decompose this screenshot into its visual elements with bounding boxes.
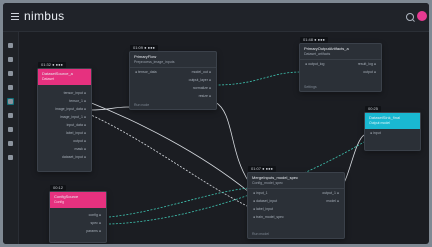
avatar[interactable] <box>417 11 427 21</box>
top-bar: nimbus <box>3 3 429 32</box>
node-header: PrimaryFlow Preprocess_image_inputs <box>130 52 216 68</box>
node-port-row[interactable]: ● output_log result_log ● <box>300 60 381 68</box>
node-port-row[interactable]: tensor_1 ● <box>38 97 91 105</box>
help-icon[interactable] <box>7 140 14 147</box>
wire <box>214 101 250 183</box>
node-port-row[interactable]: image_input_data ● <box>38 105 91 113</box>
node-port-row[interactable]: dataset_input ● <box>38 153 91 161</box>
flow-canvas[interactable]: 01:32 ● ●●● DatasetSource_a Dataset tens… <box>19 32 429 244</box>
node-port-row[interactable]: ● input_1 output_1 ● <box>248 189 344 197</box>
node-subtitle: Preprocess_image_inputs <box>134 60 175 64</box>
node-port-row[interactable]: label_input ● <box>38 129 91 137</box>
home-icon[interactable] <box>7 42 14 49</box>
node-subtitle: Config_model_spec <box>252 181 283 185</box>
node-merge-inputs[interactable]: 01:07 ● ●●● MergeInputs_model_spec Confi… <box>247 166 345 239</box>
wire <box>214 71 302 86</box>
node-tag: 01:32 ● ●●● <box>38 62 66 68</box>
flow-icon[interactable] <box>7 98 14 105</box>
node-dataset-source[interactable]: 01:32 ● ●●● DatasetSource_a Dataset tens… <box>37 62 92 172</box>
upload-icon[interactable] <box>7 56 14 63</box>
node-port-row[interactable]: normalize ● <box>130 84 216 92</box>
node-primary-flow[interactable]: 01:09 ● ●●● PrimaryFlow Preprocess_image… <box>129 45 217 110</box>
node-footer[interactable]: Settings <box>304 85 317 89</box>
node-tag: 00:25 <box>365 106 382 112</box>
node-port-row[interactable]: output_layer ● <box>130 76 216 84</box>
wire <box>88 101 250 193</box>
node-tag: 01:48 ● ●●● <box>300 37 328 43</box>
wire <box>88 113 250 208</box>
node-dataset-sink[interactable]: 00:25 DatasetSink_final Output model ● i… <box>364 106 421 151</box>
node-port-row[interactable]: config ● <box>50 211 106 219</box>
wire <box>88 106 132 111</box>
menu-icon[interactable] <box>11 13 19 20</box>
node-subtitle: Output model <box>369 121 391 125</box>
node-tag: 01:09 ● ●●● <box>130 45 158 51</box>
node-header: DatasetSource_a Dataset <box>38 69 91 85</box>
node-footer[interactable]: Run model <box>252 232 269 236</box>
node-port-row[interactable]: params ● <box>50 227 106 235</box>
node-output-artifacts[interactable]: 01:48 ● ●●● PrimaryOutputArtifacts_a Dat… <box>299 37 382 92</box>
share-icon[interactable] <box>7 126 14 133</box>
node-port-row[interactable]: image_input_1 ● <box>38 113 91 121</box>
node-footer[interactable]: Run node <box>134 103 149 107</box>
refresh-icon[interactable] <box>7 112 14 119</box>
node-header: DatasetSink_final Output model <box>365 113 420 129</box>
node-port-row[interactable]: tensor_input ● <box>38 89 91 97</box>
node-port-row[interactable]: ● dataset_input model ● <box>248 197 344 205</box>
node-port-row[interactable]: ● tensor_data model_out ● <box>130 68 216 76</box>
node-subtitle: Config <box>54 200 65 204</box>
node-port-row[interactable]: output ● <box>38 137 91 145</box>
node-port-row[interactable]: mask ● <box>38 145 91 153</box>
node-port-row[interactable]: ● input <box>365 129 420 137</box>
app-logo: nimbus <box>24 9 65 23</box>
gear-icon[interactable] <box>7 154 14 161</box>
node-subtitle: Dataset <box>42 77 55 81</box>
node-config-source[interactable]: 00:12 ConfigSource Config config ● spec … <box>49 185 107 243</box>
node-port-row[interactable]: output ● <box>300 68 381 76</box>
node-port-row[interactable]: input_data ● <box>38 121 91 129</box>
node-subtitle: Dataset_artifacts <box>304 52 331 56</box>
node-port-row[interactable]: ● train_model_spec <box>248 213 344 221</box>
node-header: PrimaryOutputArtifacts_a Dataset_artifac… <box>300 44 381 60</box>
settings-icon[interactable] <box>7 84 14 91</box>
search-icon[interactable] <box>406 13 414 21</box>
node-header: MergeInputs_model_spec Config_model_spec <box>248 173 344 189</box>
app-window: nimbus 01:32 ● ●●● DatasetSource_a Datas… <box>3 3 429 244</box>
cloud-icon[interactable] <box>7 70 14 77</box>
sidebar <box>3 32 19 244</box>
node-header: ConfigSource Config <box>50 192 106 208</box>
node-port-row[interactable]: spec ● <box>50 219 106 227</box>
wire <box>108 187 250 218</box>
node-tag: 01:07 ● ●●● <box>248 166 276 172</box>
node-port-row[interactable]: ● label_input <box>248 205 344 213</box>
node-tag: 00:12 <box>50 185 67 191</box>
node-port-row[interactable]: resize ● <box>130 92 216 100</box>
